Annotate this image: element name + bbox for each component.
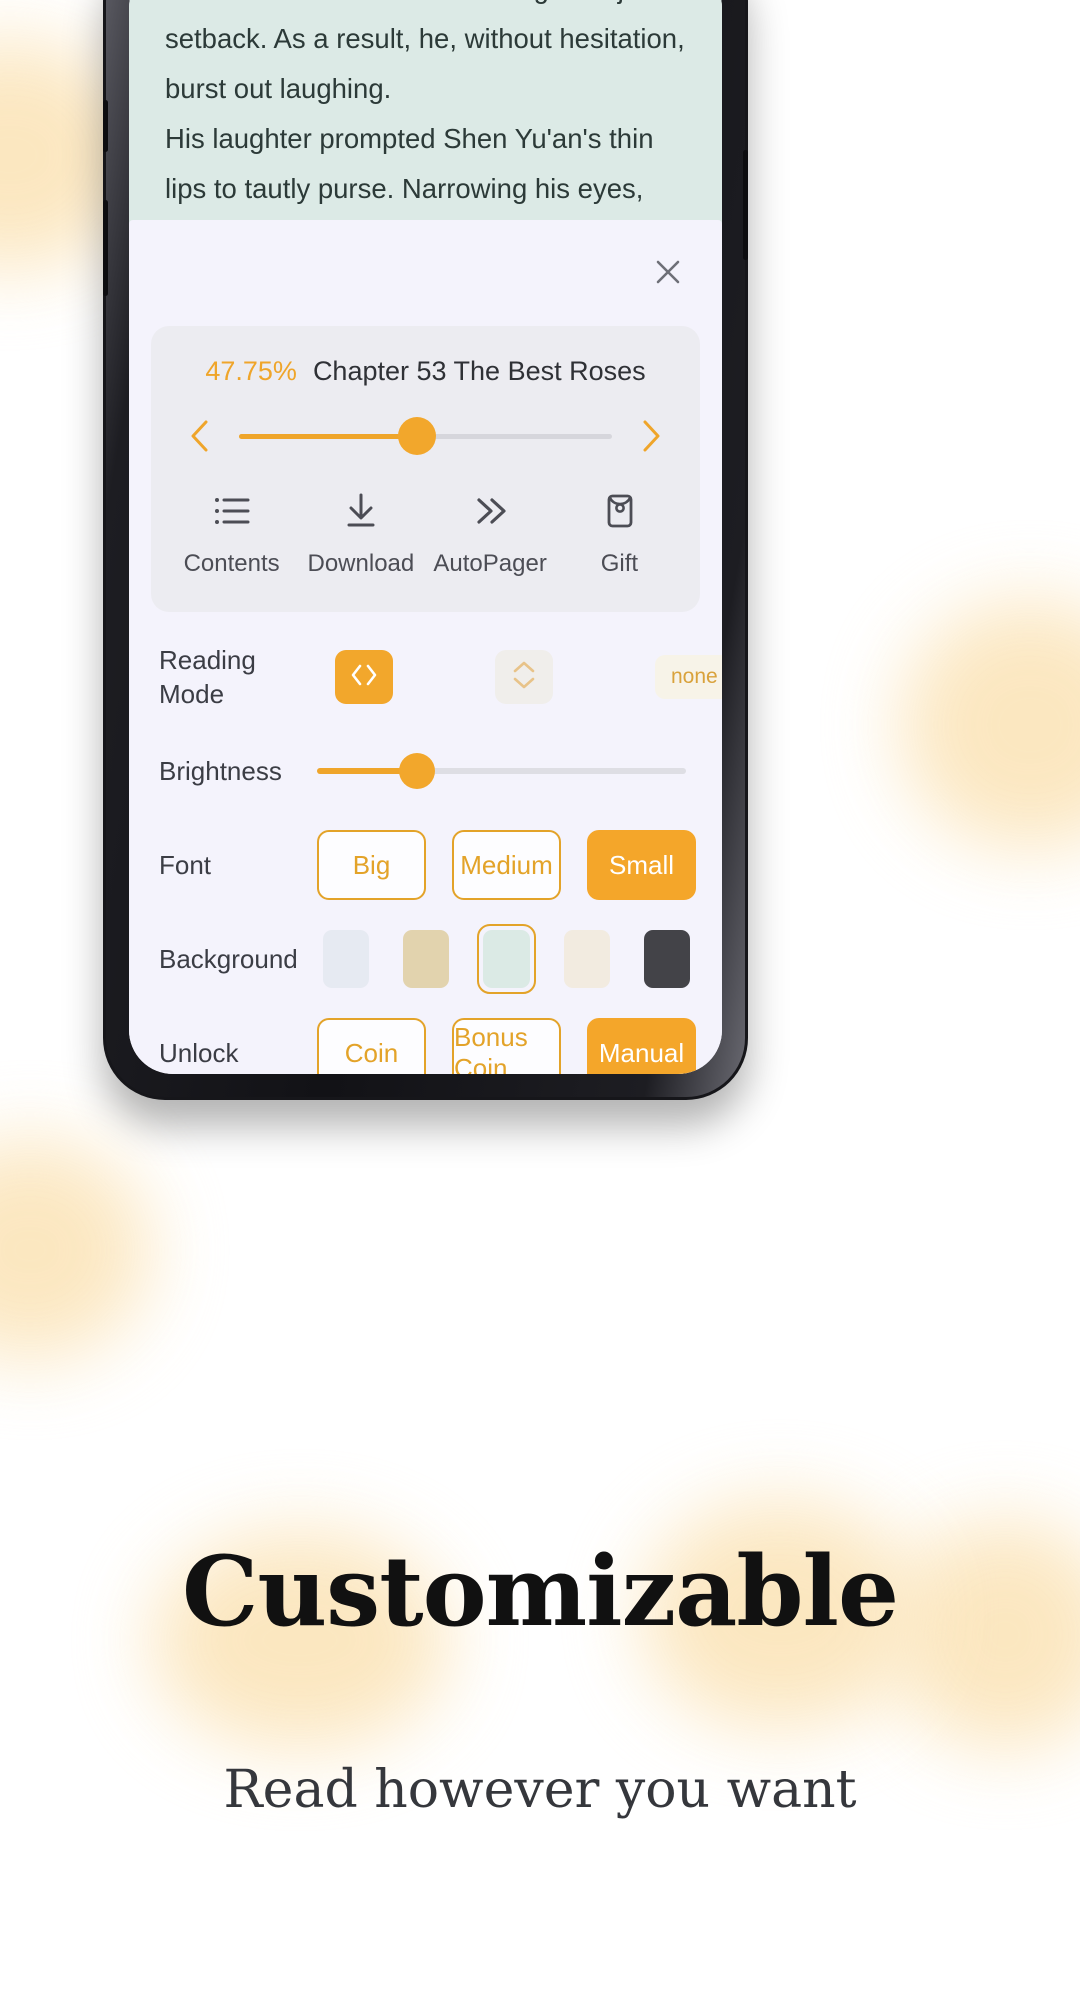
tool-label: AutoPager <box>433 550 547 577</box>
brightness-label: Brightness <box>159 756 282 786</box>
background-swatch-color <box>643 930 691 988</box>
phone-volume-button <box>103 200 108 296</box>
chapter-progress-percent: 47.75% <box>205 356 297 386</box>
unlock-bonus-coin-button[interactable]: Bonus Coin <box>452 1018 561 1074</box>
horizontal-page-turn-icon <box>342 660 386 695</box>
font-size-medium-button[interactable]: Medium <box>452 830 561 900</box>
list-icon <box>210 491 254 536</box>
decorative-blob <box>900 600 1080 850</box>
row-background: Background <box>129 912 722 1006</box>
chapter-progress-fill <box>239 433 418 439</box>
chevron-right-icon[interactable] <box>630 415 672 457</box>
row-font: Font Big Medium Small <box>129 818 722 912</box>
chapter-progress-slider[interactable] <box>239 417 612 455</box>
decorative-blob <box>0 1140 150 1360</box>
background-swatch[interactable] <box>397 924 455 994</box>
chevron-left-icon[interactable] <box>179 415 221 457</box>
tool-row: Contents Download AutoPager Gift <box>151 457 700 578</box>
tool-autopager[interactable]: AutoPager <box>426 491 555 578</box>
row-reading-mode: Reading Mode none <box>129 630 722 724</box>
background-swatch-color <box>323 930 370 988</box>
brightness-slider[interactable] <box>317 753 686 789</box>
tool-gift[interactable]: Gift <box>555 491 684 578</box>
marketing-subheadline: Read however you want <box>223 1760 857 1820</box>
unlock-manual-button[interactable]: Manual <box>587 1018 696 1074</box>
phone-side-button <box>103 100 108 152</box>
reader-text-area[interactable]: heard Shen Yu'an encountering a major se… <box>129 0 722 226</box>
background-swatch-color <box>483 930 530 988</box>
row-brightness: Brightness <box>129 724 722 818</box>
download-icon <box>339 491 383 536</box>
font-size-small-button[interactable]: Small <box>587 830 696 900</box>
tool-label: Download <box>307 550 415 577</box>
phone-screen: heard Shen Yu'an encountering a major se… <box>129 0 722 1074</box>
background-swatch[interactable] <box>558 924 616 994</box>
chapter-slider-row <box>151 387 700 457</box>
background-swatch[interactable] <box>638 924 696 994</box>
settings-rows: Reading Mode none Brightness Font Big Me… <box>129 630 722 1074</box>
unlock-coin-button[interactable]: Coin <box>317 1018 426 1074</box>
reading-mode-horizontal-button[interactable] <box>335 650 393 704</box>
tool-download[interactable]: Download <box>296 491 425 578</box>
reading-mode-vertical-button[interactable] <box>495 650 553 704</box>
close-icon[interactable] <box>648 252 688 292</box>
tool-contents[interactable]: Contents <box>167 491 296 578</box>
font-label: Font <box>159 850 212 880</box>
brightness-knob[interactable] <box>398 753 435 789</box>
marketing-headline: Customizable <box>181 1535 899 1648</box>
tool-label: Gift <box>600 550 639 577</box>
gift-envelope-icon <box>597 491 641 536</box>
background-swatch-selected[interactable] <box>477 924 536 994</box>
chapter-progress-knob[interactable] <box>398 417 437 455</box>
double-chevron-right-icon <box>468 491 512 536</box>
unlock-label: Unlock <box>159 1038 239 1068</box>
background-swatch-color <box>563 930 610 988</box>
row-unlock: Unlock Coin Bonus Coin Manual <box>129 1006 722 1074</box>
reader-settings-panel: 47.75% Chapter 53 The Best Roses Content… <box>129 220 722 1074</box>
background-label: Background <box>159 944 298 974</box>
vertical-scroll-icon <box>504 655 544 700</box>
chapter-title: Chapter 53 The Best Roses <box>312 356 646 386</box>
chapter-progress-card: 47.75% Chapter 53 The Best Roses Content… <box>151 326 700 612</box>
font-size-big-button[interactable]: Big <box>317 830 426 900</box>
reading-mode-none-badge[interactable]: none <box>655 655 722 699</box>
tool-label: Contents <box>183 550 280 577</box>
phone-mockup: heard Shen Yu'an encountering a major se… <box>103 0 748 1100</box>
background-swatch[interactable] <box>317 924 375 994</box>
reader-paragraph: His laughter prompted Shen Yu'an's thin … <box>165 123 654 204</box>
background-swatch-color <box>403 930 450 988</box>
chapter-header: 47.75% Chapter 53 The Best Roses <box>151 326 700 387</box>
phone-power-button <box>743 150 748 260</box>
reading-mode-label: Reading Mode <box>159 645 256 709</box>
reader-paragraph: heard Shen Yu'an encountering a major se… <box>165 0 685 104</box>
